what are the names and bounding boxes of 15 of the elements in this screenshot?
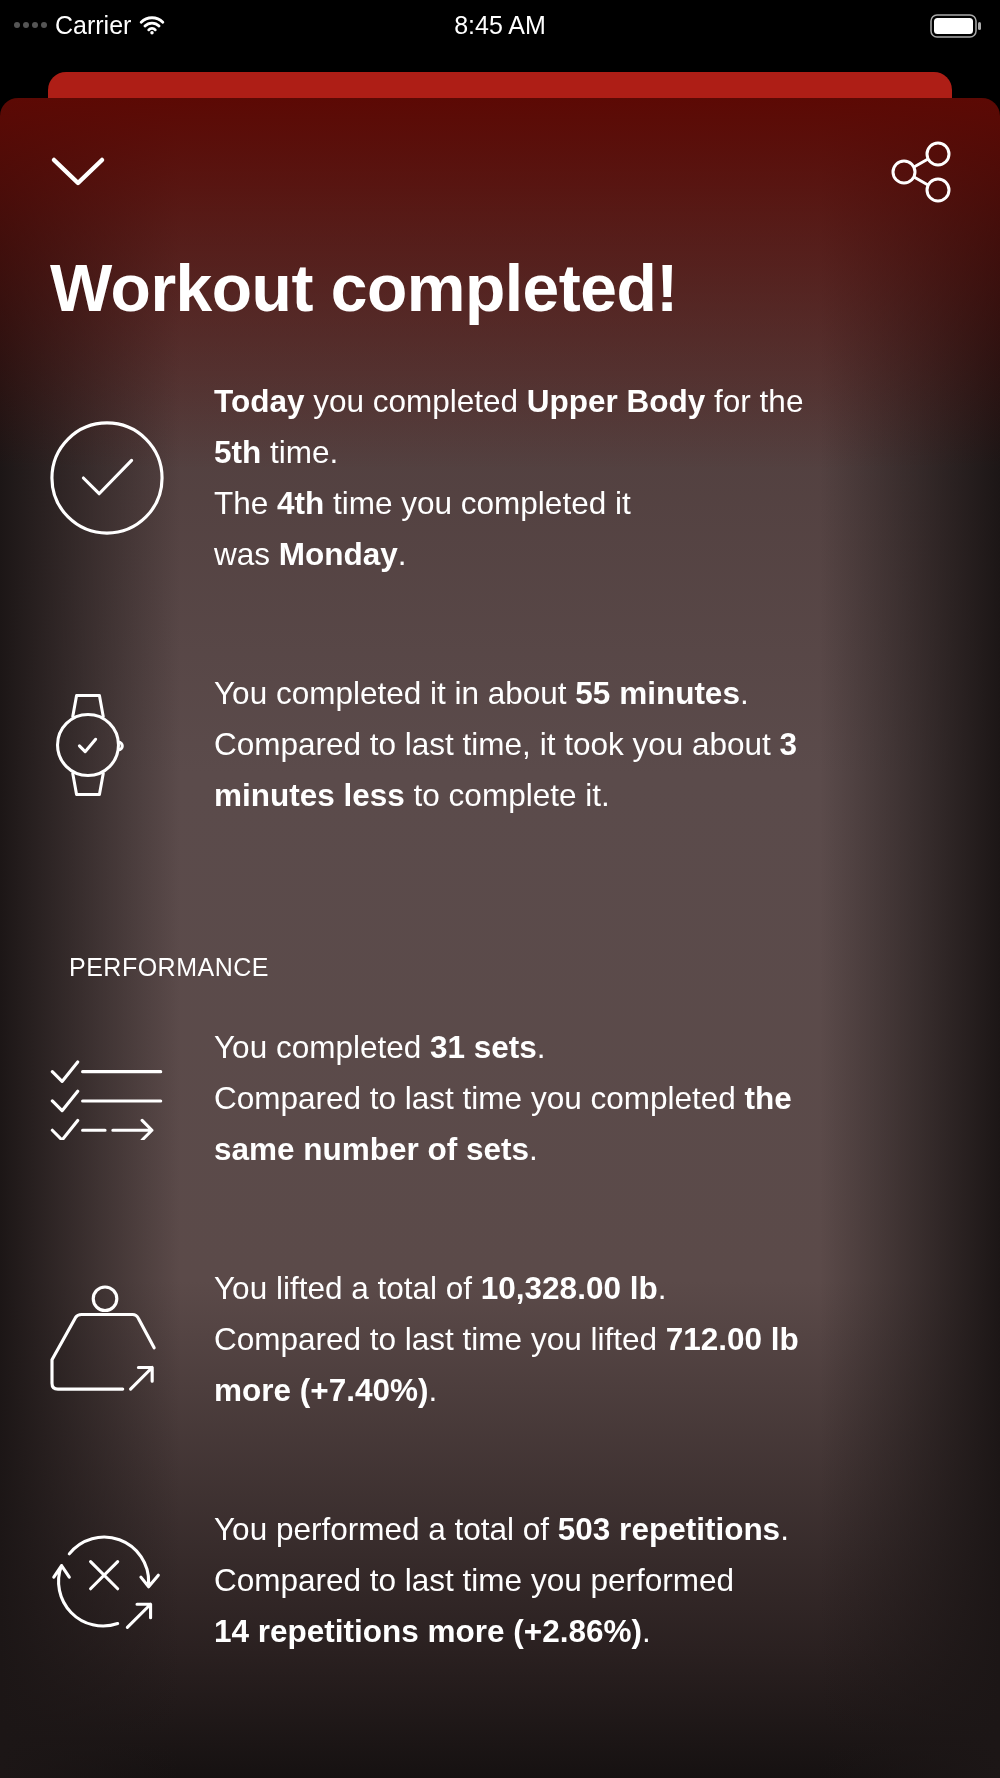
signal-icon	[14, 22, 47, 28]
summary-text: You lifted a total of 10,328.00 lb. Compared to last time you lifted 712.00 lb more (+7.40%).	[214, 1269, 799, 1410]
carrier-label: Carrier	[55, 10, 132, 40]
wifi-icon	[139, 15, 166, 35]
summary-text: Today you completed Upper Body for the 5th time. The 4th time you completed it was Monday.	[214, 382, 804, 574]
summary-text: You performed a total of 503 repetitions. Compared to last time you performed 14 repetitions more (+2.86%).	[214, 1510, 789, 1651]
check-circle-icon	[48, 419, 166, 537]
summary-text: You completed 31 sets. Compared to last time you completed the same number of sets.	[214, 1028, 792, 1169]
chevron-down-icon[interactable]	[50, 156, 106, 188]
section-heading: PERFORMANCE	[69, 953, 270, 982]
page-title: Workout completed!	[50, 250, 679, 326]
summary-text: You completed it in about 55 minutes. Compared to last time, it took you about 3 minutes less to complete it.	[214, 674, 798, 815]
clock-time: 8:45 AM	[454, 10, 546, 40]
share-icon[interactable]	[891, 141, 953, 203]
battery-icon	[930, 14, 982, 38]
